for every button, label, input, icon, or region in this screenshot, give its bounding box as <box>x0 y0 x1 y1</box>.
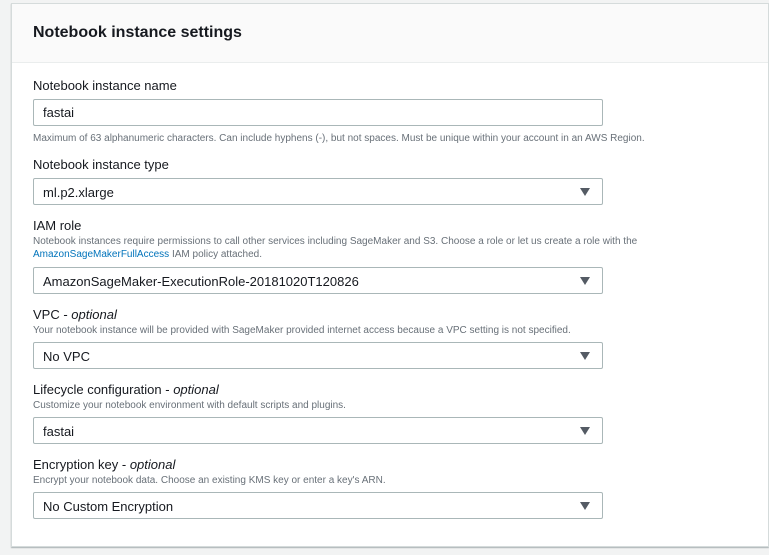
caret-down-icon <box>580 427 590 435</box>
instance-type-select[interactable]: ml.p2.xlarge <box>33 178 603 205</box>
full-access-policy-link[interactable]: AmazonSageMakerFullAccess <box>33 249 169 260</box>
caret-down-icon <box>580 277 590 285</box>
caret-down-icon <box>580 502 590 510</box>
vpc-hint: Your notebook instance will be provided … <box>33 325 571 336</box>
instance-type-value: ml.p2.xlarge <box>43 185 114 200</box>
iam-role-label: IAM role <box>33 218 82 233</box>
instance-name-hint: Maximum of 63 alphanumeric characters. C… <box>33 133 645 144</box>
encryption-value: No Custom Encryption <box>43 499 174 514</box>
lifecycle-optional-tag: optional <box>173 382 219 397</box>
iam-role-hint-text: Notebook instances require permissions t… <box>33 236 638 247</box>
panel-header: Notebook instance settings <box>12 4 768 63</box>
vpc-optional-tag: optional <box>71 307 117 322</box>
caret-down-icon <box>580 188 590 196</box>
iam-role-select[interactable]: AmazonSageMaker-ExecutionRole-20181020T1… <box>33 267 603 294</box>
lifecycle-value: fastai <box>43 424 75 439</box>
encryption-label-text: Encryption key <box>33 457 119 472</box>
vpc-label: VPC - optional <box>33 307 117 322</box>
lifecycle-label-text: Lifecycle configuration <box>33 382 162 397</box>
instance-type-label: Notebook instance type <box>33 157 169 172</box>
iam-role-hint: Notebook instances require permissions t… <box>33 235 753 261</box>
instance-name-input[interactable] <box>33 99 603 126</box>
panel-title: Notebook instance settings <box>33 24 242 41</box>
iam-role-hint-suffix: IAM policy attached. <box>169 249 262 260</box>
vpc-select[interactable]: No VPC <box>33 342 603 369</box>
instance-name-label: Notebook instance name <box>33 78 177 93</box>
encryption-select[interactable]: No Custom Encryption <box>33 492 603 519</box>
encryption-hint: Encrypt your notebook data. Choose an ex… <box>33 475 386 486</box>
encryption-optional-tag: optional <box>129 457 176 472</box>
lifecycle-hint: Customize your notebook environment with… <box>33 400 346 411</box>
lifecycle-label: Lifecycle configuration - optional <box>33 382 219 397</box>
notebook-settings-panel: Notebook instance settings Notebook inst… <box>11 3 769 547</box>
encryption-label: Encryption key - optional <box>33 457 176 472</box>
vpc-label-text: VPC <box>33 307 60 322</box>
lifecycle-select[interactable]: fastai <box>33 417 603 444</box>
caret-down-icon <box>580 352 590 360</box>
vpc-value: No VPC <box>43 349 90 364</box>
iam-role-value: AmazonSageMaker-ExecutionRole-20181020T1… <box>43 274 359 289</box>
